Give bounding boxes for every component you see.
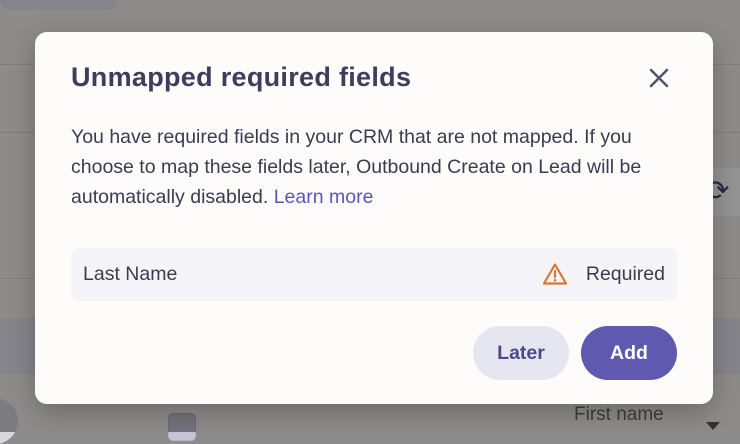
close-icon [649, 68, 669, 88]
unmapped-field-row: Last Name Required [71, 248, 677, 301]
close-button[interactable] [645, 64, 673, 92]
warning-icon [542, 263, 568, 285]
field-name: Last Name [83, 263, 178, 285]
later-button[interactable]: Later [473, 326, 569, 380]
dialog-description: You have required fields in your CRM tha… [71, 122, 681, 212]
unmapped-fields-dialog: Unmapped required fields You have requir… [35, 32, 713, 404]
add-button[interactable]: Add [581, 326, 677, 380]
learn-more-link[interactable]: Learn more [274, 186, 374, 208]
dialog-title: Unmapped required fields [71, 62, 412, 92]
field-status: Required [585, 263, 665, 285]
